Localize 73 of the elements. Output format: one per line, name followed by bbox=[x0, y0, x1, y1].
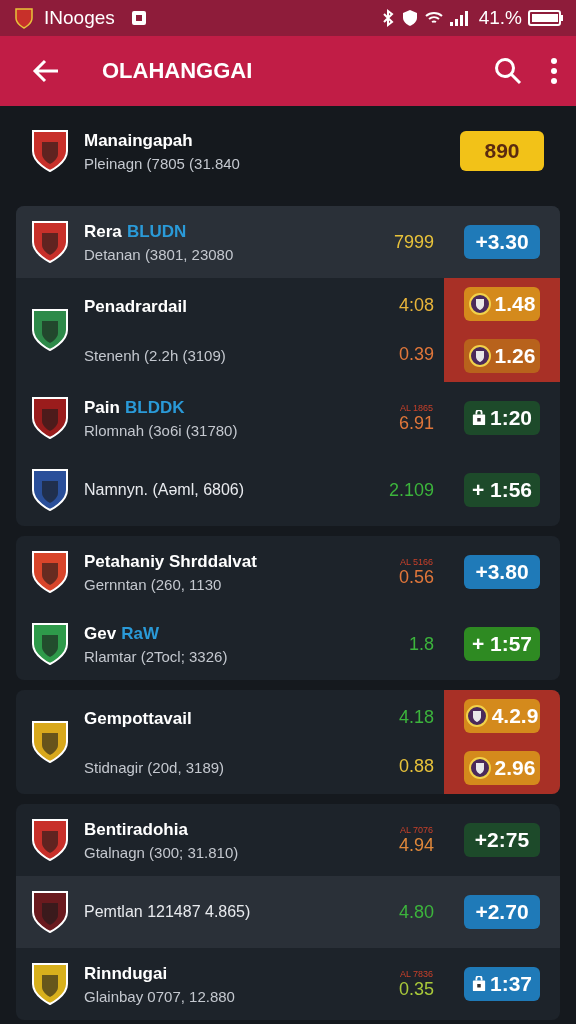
odds-button[interactable]: 1.26 bbox=[464, 339, 540, 373]
odds-label: AL 1865 bbox=[399, 402, 434, 413]
team-name: Penadrardail bbox=[84, 296, 188, 317]
odds-button[interactable]: + 1:57 bbox=[464, 627, 540, 661]
match-details: Rlomnah (3o6i (31780) bbox=[84, 421, 239, 439]
team-name: Rinndugai bbox=[84, 963, 169, 984]
odds-label: AL 7836 bbox=[399, 968, 434, 979]
odds-button[interactable]: 890 bbox=[460, 131, 544, 171]
team-name: Pain BLDDK bbox=[84, 397, 186, 418]
crest-icon bbox=[465, 705, 488, 727]
battery-percent: 41.% bbox=[478, 7, 522, 29]
odds-button[interactable]: +3.30 bbox=[464, 225, 540, 259]
crest-icon bbox=[14, 7, 34, 29]
crest-icon bbox=[468, 293, 491, 315]
odds-button[interactable]: +2.70 bbox=[464, 895, 540, 929]
odds-value: 4:08 bbox=[398, 295, 434, 316]
team-name: Petahaniy Shrddalvat bbox=[84, 551, 258, 572]
match-row[interactable]: Manaingapah Pleinagn (7805 (31.840 890 bbox=[16, 106, 560, 196]
match-details: Pemtlan 121487 4.865) bbox=[84, 903, 252, 921]
odds-label: AL 5166 bbox=[399, 556, 434, 567]
odds-button[interactable]: +3.80 bbox=[464, 555, 540, 589]
match-details: Namnyn. (Aəml, 6806) bbox=[84, 481, 246, 499]
match-row[interactable]: Pain BLDDK Rlomnah (3o6i (31780) AL 1865 6.91 1:20 bbox=[16, 382, 560, 454]
back-arrow-icon bbox=[32, 59, 60, 83]
odds-button[interactable]: 1:37 bbox=[464, 967, 540, 1001]
search-icon bbox=[494, 57, 522, 85]
wifi-icon bbox=[424, 10, 443, 26]
app-name: INooges bbox=[44, 7, 115, 29]
match-details: Stidnagir (20d, 3189) bbox=[84, 758, 226, 776]
odds-value: 4.80 bbox=[398, 901, 434, 923]
match-row[interactable]: Rera BLUDN Detanan (3801, 23080 7999 +3.30 bbox=[16, 206, 560, 278]
odds-value: 2.109 bbox=[388, 479, 434, 501]
match-row[interactable]: Namnyn. (Aəml, 6806) 2.109 + 1:56 bbox=[16, 454, 560, 526]
odds-value: 0.56 bbox=[398, 566, 434, 588]
match-row[interactable]: Petahaniy Shrddalvat Gernntan (260, 1130 AL 5166 0.56 +3.80 bbox=[16, 536, 560, 608]
notification-icon bbox=[130, 10, 147, 26]
match-row[interactable]: Bentiradohia Gtalnagn (300; 31.810) AL 7076 4.94 +2:75 bbox=[16, 804, 560, 876]
odds-button[interactable]: 1:20 bbox=[464, 401, 540, 435]
odds-value: 0.88 bbox=[398, 756, 434, 777]
signal-icon bbox=[448, 10, 469, 26]
crest-icon bbox=[468, 757, 491, 779]
team-name: Bentiradohia bbox=[84, 819, 189, 840]
odds-value: 4.94 bbox=[398, 834, 434, 856]
page-title: OLAHANGGAI bbox=[102, 58, 253, 84]
match-row[interactable]: Gev RaW Rlamtar (2Tocl; 3326) 1.8 + 1:57 bbox=[16, 608, 560, 680]
team-name: Rera BLUDN bbox=[84, 221, 188, 242]
odds-button[interactable]: +2:75 bbox=[464, 823, 540, 857]
odds-label: AL 7076 bbox=[399, 824, 434, 835]
odds-button[interactable]: + 1:56 bbox=[464, 473, 540, 507]
match-details: Gernntan (260, 1130 bbox=[84, 575, 223, 593]
odds-value: 7999 bbox=[393, 231, 434, 253]
odds-value: 1.8 bbox=[408, 633, 434, 655]
odds-value: 0.39 bbox=[398, 344, 434, 365]
team-name: Gev RaW bbox=[84, 623, 160, 644]
match-details: Pleinagn (7805 (31.840 bbox=[84, 154, 241, 172]
match-row[interactable]: Pemtlan 121487 4.865) 4.80 +2.70 bbox=[16, 876, 560, 948]
odds-value: 6.91 bbox=[398, 412, 434, 434]
shield-icon bbox=[400, 9, 419, 27]
match-details: Glainbay 0707, 12.880 bbox=[84, 987, 236, 1005]
match-details: Gtalnagn (300; 31.810) bbox=[84, 843, 240, 861]
team-name: Manaingapah bbox=[84, 130, 194, 151]
match-details: Detanan (3801, 23080 bbox=[84, 245, 235, 263]
odds-value: 4.18 bbox=[398, 707, 434, 728]
match-details: Rlamtar (2Tocl; 3326) bbox=[84, 647, 229, 665]
bluetooth-icon bbox=[380, 9, 395, 27]
team-name: Gempottavail bbox=[84, 708, 193, 729]
crest-icon bbox=[468, 345, 491, 367]
more-icon bbox=[550, 58, 558, 84]
odds-value: 0.35 bbox=[398, 978, 434, 1000]
match-row[interactable]: Penadrardail Stenenh (2.2h (3109) 4:08 0.39 1.48 1.26 bbox=[16, 278, 560, 382]
battery-icon bbox=[528, 10, 564, 26]
match-details: Stenenh (2.2h (3109) bbox=[84, 346, 227, 364]
match-row[interactable]: Rinndugai Glainbay 0707, 12.880 AL 7836 0.35 1:37 bbox=[16, 948, 560, 1020]
